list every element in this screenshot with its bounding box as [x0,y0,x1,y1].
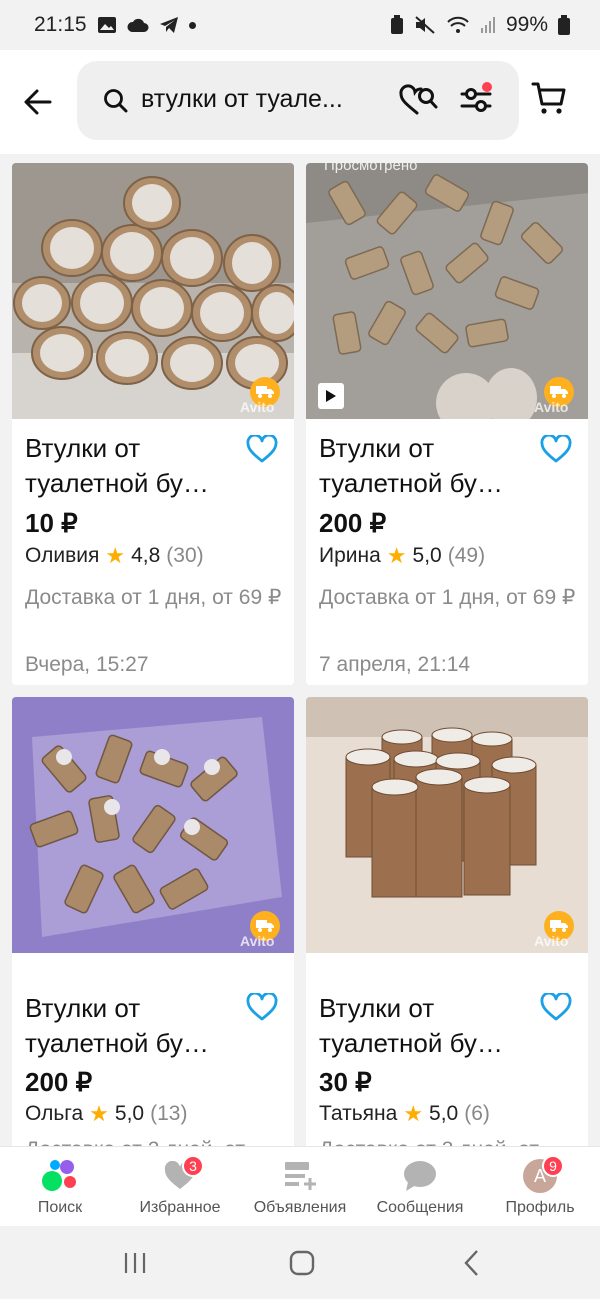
listing-card[interactable]: Avito Втулки от туалетной бу… 30 ₽ Татья… [306,697,588,1146]
star-icon: ★ [386,543,407,568]
favorite-heart-icon[interactable] [246,433,278,468]
recent-apps-button[interactable] [115,1248,155,1278]
seller-info: Ольга ★ 5,0 (13) [25,1101,187,1127]
watermark: Avito [534,933,569,949]
cloud-icon [127,17,149,33]
delivery-info: Доставка от 3 дней, от [319,1133,581,1146]
seller-info: Оливия ★ 4,8 (30) [25,543,204,569]
signal-icon [480,16,496,34]
delivery-info: Доставка от 2 дней, от [25,1133,287,1146]
arrow-left-icon [24,89,52,115]
seller-name: Ольга [25,1102,84,1125]
save-search-icon[interactable] [399,84,439,121]
search-query: втулки от туале... [141,85,343,113]
seller-info: Ирина ★ 5,0 (49) [319,543,485,569]
search-icon [103,88,129,119]
listing-price: 30 ₽ [319,1067,372,1097]
listing-title[interactable]: Втулки от туалетной бу… [25,431,245,501]
listing-title[interactable]: Втулки от туалетной бу… [319,431,539,501]
cart-button[interactable] [531,80,567,121]
watermark: Avito [240,933,275,949]
listing-date: Вчера, 15:27 [25,653,149,676]
battery-saver-icon [390,15,404,35]
favorite-heart-icon[interactable] [246,991,278,1026]
listings-grid: Avito Втулки от туалетной бу… 10 ₽ Оливи… [0,154,600,1146]
battery-icon [558,15,570,35]
tab-label: Объявления [253,1199,347,1216]
star-icon: ★ [403,1101,424,1126]
listing-price: 200 ₽ [25,1067,93,1097]
watermark: Avito [534,399,569,415]
review-count: (49) [447,544,486,567]
listing-title[interactable]: Втулки от туалетной бу… [319,991,539,1061]
telegram-icon [159,16,179,34]
favorite-heart-icon[interactable] [540,433,572,468]
listing-card[interactable]: Просмотрено Avito Втулки от туалетной бу… [306,163,588,685]
back-system-button[interactable] [452,1248,492,1278]
seller-name: Ирина [319,544,381,567]
tab-profile[interactable]: А 9 Профиль [480,1147,600,1227]
tab-search[interactable]: Поиск [0,1147,120,1227]
tab-favorites[interactable]: 3 Избранное [120,1147,240,1227]
review-count: (30) [166,544,204,567]
seller-rating: 4,8 [131,544,161,567]
listings-icon [280,1158,320,1194]
star-icon: ★ [105,543,126,568]
tab-label: Сообщения [376,1199,464,1216]
delivery-info: Доставка от 1 дня, от 69 ₽ [25,586,282,609]
bottom-navigation: Поиск 3 Избранное Объявления Сообщения А… [0,1146,600,1226]
cart-icon [531,82,566,114]
listing-price: 10 ₽ [25,508,78,538]
recent-apps-icon [124,1253,146,1273]
seller-rating: 5,0 [412,544,442,567]
viewed-label: Просмотрено [324,163,418,174]
listing-photo[interactable]: Avito [12,163,294,419]
tab-label: Профиль [505,1199,575,1216]
listing-price: 200 ₽ [319,508,387,538]
home-icon [289,1250,315,1276]
watermark: Avito [240,399,275,415]
gallery-icon [97,16,117,34]
system-navigation-bar [0,1226,600,1299]
review-count: (13) [150,1102,188,1125]
listing-photo[interactable]: Avito [306,697,588,953]
favorites-badge: 3 [182,1155,204,1177]
chat-bubble-icon [400,1158,440,1194]
seller-info: Татьяна ★ 5,0 (6) [319,1101,490,1127]
seller-name: Татьяна [319,1102,398,1125]
seller-rating: 5,0 [114,1102,145,1125]
clock: 21:15 [34,13,87,36]
video-play-icon [318,383,344,409]
listing-photo[interactable]: Avito [12,697,294,953]
listing-card[interactable]: Avito Втулки от туалетной бу… 200 ₽ Ольг… [12,697,294,1146]
mute-icon [414,15,436,35]
notification-dot [188,21,196,29]
battery-percent: 99% [505,13,548,36]
tab-messages[interactable]: Сообщения [360,1147,480,1227]
tab-label: Поиск [37,1199,83,1216]
profile-badge: 9 [542,1155,564,1177]
favorite-heart-icon[interactable] [540,991,572,1026]
back-button[interactable] [16,80,60,124]
delivery-info: Доставка от 1 дня, от 69 ₽ [319,586,576,609]
star-icon: ★ [89,1101,109,1126]
listing-photo[interactable]: Просмотрено Avito [306,163,588,419]
status-bar: 21:15 99% [0,0,600,50]
listing-title[interactable]: Втулки от туалетной бу… [25,991,245,1061]
avito-logo-icon [40,1158,80,1194]
home-button[interactable] [282,1248,322,1278]
search-input[interactable]: втулки от туале... [77,61,519,140]
tab-label: Избранное [139,1199,221,1216]
wifi-icon [446,16,470,34]
seller-name: Оливия [25,544,100,567]
chevron-left-icon [464,1250,478,1276]
search-header: втулки от туале... [0,50,600,154]
review-count: (6) [464,1102,490,1125]
seller-rating: 5,0 [429,1102,459,1125]
listing-date: 7 апреля, 21:14 [319,653,471,676]
listing-card[interactable]: Avito Втулки от туалетной бу… 10 ₽ Оливи… [12,163,294,685]
tab-listings[interactable]: Объявления [240,1147,360,1227]
filters-active-dot [482,82,492,92]
